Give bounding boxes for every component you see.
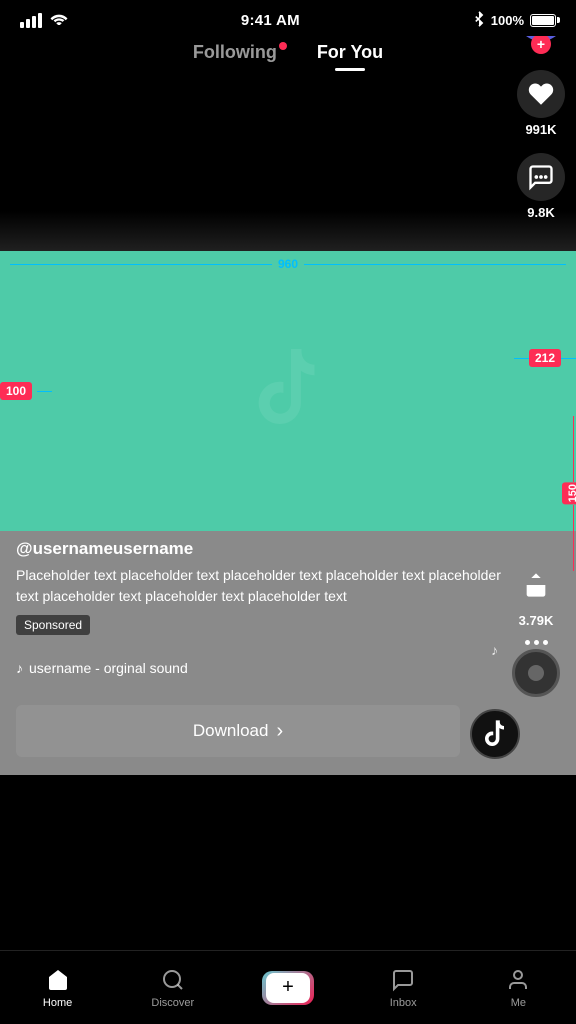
video-content-wrapper: 960 100 212 15 [0,251,576,531]
share-button[interactable]: 3.79K [512,561,560,628]
nav-header: Following For You [0,36,576,71]
status-time: 9:41 AM [241,12,300,29]
tab-bar: Home Discover + Inbox Me [0,950,576,1024]
caption: Placeholder text placeholder text placeh… [16,565,502,607]
home-label: Home [43,997,72,1009]
signal-icon [20,13,42,28]
wifi-icon [50,11,68,30]
like-button[interactable]: 991K [517,70,565,137]
username[interactable]: @usernameusername [16,539,502,559]
download-button[interactable]: Download › [16,705,460,757]
battery-icon [530,14,556,27]
tab-discover[interactable]: Discover [115,967,230,1009]
share-count: 3.79K [519,613,554,628]
notification-dot [279,42,287,50]
height-measurement: 150 [562,416,576,571]
video-black-top [0,71,576,251]
sound-label: username - orginal sound [29,660,188,676]
sponsored-badge: Sponsored [16,615,90,635]
tab-home[interactable]: Home [0,967,115,1009]
tab-plus[interactable]: + [230,971,345,1005]
status-right: 100% [473,11,556,30]
music-notes: ♪ [491,642,498,658]
tab-inbox[interactable]: Inbox [346,967,461,1009]
music-icon: ♪ [16,660,23,676]
status-left [20,11,68,30]
tiktok-watermark [248,349,328,434]
comment-button[interactable]: 9.8K [517,153,565,220]
width-measurement: 960 [0,257,576,271]
bottom-info: @usernameusername Placeholder text place… [0,531,576,775]
tab-following[interactable]: Following [193,42,277,71]
bluetooth-icon [473,11,485,30]
inbox-label: Inbox [390,997,417,1009]
follow-plus-icon: + [531,34,551,54]
tab-foryou[interactable]: For You [317,42,383,71]
me-label: Me [511,997,526,1009]
video-feed: 960 100 212 15 [0,71,576,775]
comment-count: 9.8K [527,205,554,220]
plus-icon: + [266,973,310,1003]
battery-percentage: 100% [491,13,524,28]
more-options[interactable] [525,640,548,645]
tab-me[interactable]: Me [461,967,576,1009]
music-disc: ♪ [512,649,560,697]
sound-row[interactable]: ♪ username - orginal sound [16,660,188,676]
right-measurement: 212 [514,349,576,367]
like-count: 991K [525,122,556,137]
status-bar: 9:41 AM 100% [0,0,576,36]
video-frame[interactable]: 960 100 212 15 [0,251,576,531]
discover-label: Discover [151,997,194,1009]
tiktok-logo-disc [470,709,520,759]
left-measurement: 100 [0,382,32,400]
